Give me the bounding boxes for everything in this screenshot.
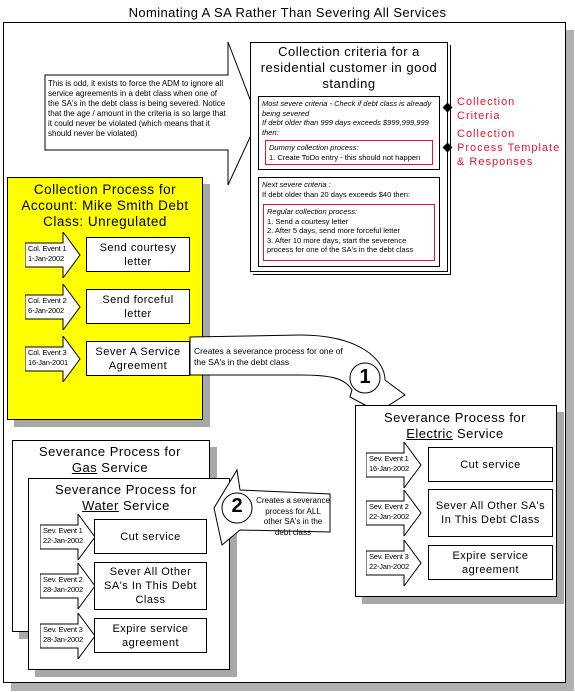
- callout-2-arrow: [213, 468, 331, 546]
- callout-2-text: Creates a severance process for ALL othe…: [256, 496, 330, 537]
- callout-2-number: 2: [231, 495, 243, 517]
